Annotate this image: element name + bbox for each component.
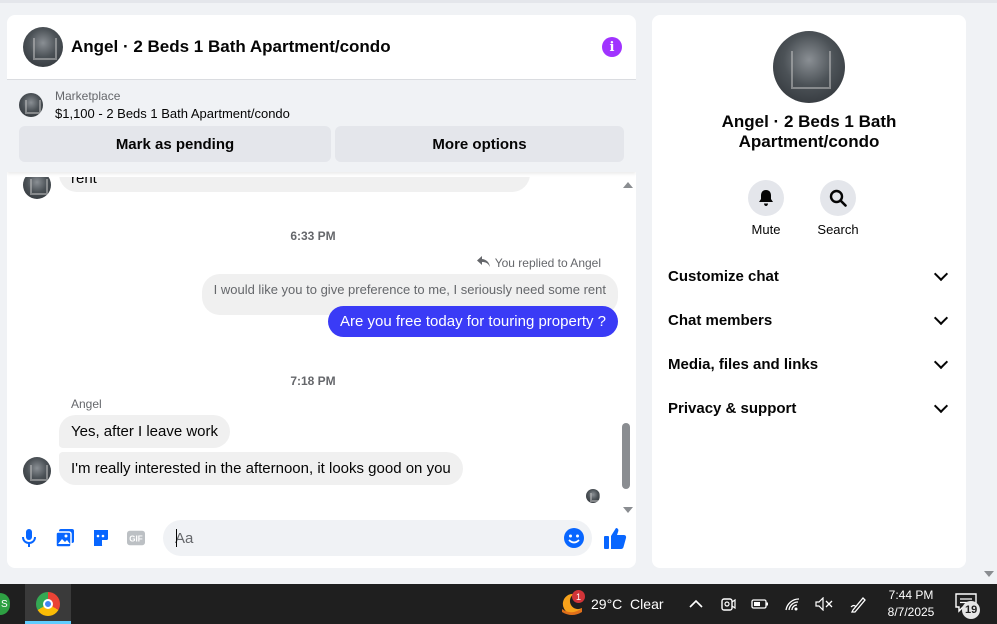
listing-title: $1,100 - 2 Beds 1 Bath Apartment/condo	[55, 106, 290, 121]
media-files-links-label: Media, files and links	[668, 355, 819, 373]
message-input-wrapper	[163, 520, 592, 556]
chevron-down-icon	[933, 310, 949, 326]
meet-now-icon[interactable]	[719, 595, 737, 613]
gif-icon[interactable]: GIF	[127, 529, 145, 547]
chat-panel: Angel · 2 Beds 1 Bath Apartment/condo i …	[7, 15, 636, 568]
seen-indicator-avatar	[586, 489, 600, 503]
clock-date: 8/7/2025	[887, 605, 935, 619]
chat-header: Angel · 2 Beds 1 Bath Apartment/condo i	[7, 15, 636, 80]
reply-indicator-label: You replied to Angel	[494, 255, 601, 270]
reply-icon	[476, 255, 490, 270]
reply-indicator: You replied to Angel	[476, 255, 601, 270]
incoming-message[interactable]: I'm really interested in the afternoon, …	[59, 452, 463, 485]
profile-avatar[interactable]	[773, 31, 845, 103]
text-caret	[176, 529, 177, 547]
chevron-down-icon	[933, 354, 949, 370]
gallery-icon[interactable]	[56, 529, 74, 547]
profile-name-text: Angel · 2 Beds 1 Bath Apartment/condo	[721, 112, 897, 151]
profile-actions: Mute Search	[748, 180, 859, 237]
search-icon[interactable]	[820, 180, 856, 216]
notification-count-badge: 19	[962, 601, 981, 619]
microphone-icon[interactable]	[20, 529, 38, 547]
taskbar-chrome-button[interactable]	[25, 584, 71, 624]
listing-thumbnail	[19, 93, 43, 117]
outgoing-message[interactable]: Are you free today for touring property …	[328, 306, 618, 337]
message-composer: GIF	[7, 520, 636, 556]
taskbar-app-icon[interactable]: S	[0, 593, 10, 615]
info-icon[interactable]: i	[602, 37, 622, 57]
mute-label: Mute	[751, 222, 781, 237]
search-label: Search	[817, 222, 859, 237]
marketplace-banner: Marketplace $1,100 - 2 Beds 1 Bath Apart…	[7, 80, 636, 172]
more-options-button[interactable]: More options	[335, 126, 624, 162]
battery-icon[interactable]	[751, 595, 769, 613]
system-clock[interactable]: 7:44 PM 8/7/2025	[880, 587, 942, 621]
chat-members-label: Chat members	[668, 311, 773, 329]
volume-muted-icon[interactable]	[815, 595, 833, 613]
privacy-support-item[interactable]: Privacy & support	[652, 386, 966, 430]
pen-icon[interactable]	[850, 595, 868, 613]
media-files-links-item[interactable]: Media, files and links	[652, 342, 966, 386]
customize-chat-label: Customize chat	[668, 267, 779, 285]
chevron-down-icon	[933, 398, 949, 414]
sender-name: Angel	[71, 397, 102, 411]
contact-avatar[interactable]	[23, 27, 63, 67]
scroll-down-arrow[interactable]	[623, 507, 633, 513]
chat-info-panel: Angel · 2 Beds 1 Bath Apartment/condo Mu…	[652, 15, 966, 568]
timestamp-separator: 7:18 PM	[290, 374, 336, 388]
timestamp-separator: 6:33 PM	[290, 229, 336, 243]
contact-avatar-small	[23, 177, 51, 199]
svg-text:GIF: GIF	[129, 535, 143, 544]
emoji-icon[interactable]	[564, 528, 584, 548]
chevron-down-icon	[933, 266, 949, 282]
scroll-up-arrow[interactable]	[623, 182, 633, 188]
search-button[interactable]: Search	[817, 180, 859, 237]
taskbar: S 1 29°C Clear 7:44 PM 8/7/2025 19	[0, 584, 997, 624]
clock-time: 7:44 PM	[888, 588, 934, 602]
incoming-message[interactable]: rent	[59, 177, 530, 192]
sticker-icon[interactable]	[92, 529, 110, 547]
scroll-thumb[interactable]	[622, 423, 630, 489]
message-input[interactable]	[175, 527, 545, 549]
incoming-message[interactable]: Yes, after I leave work	[59, 415, 231, 448]
customize-chat-item[interactable]: Customize chat	[652, 254, 966, 298]
page-scroll-down-arrow[interactable]	[984, 571, 994, 577]
chevron-up-icon[interactable]	[687, 595, 705, 613]
privacy-support-label: Privacy & support	[668, 399, 797, 417]
top-strip	[0, 0, 997, 3]
mark-as-pending-button[interactable]: Mark as pending	[19, 126, 331, 162]
marketplace-actions: Mark as pending More options	[19, 126, 624, 162]
listing-text: Marketplace $1,100 - 2 Beds 1 Bath Apart…	[55, 89, 290, 121]
bell-icon[interactable]	[748, 180, 784, 216]
message-scrollbar[interactable]	[620, 177, 636, 513]
weather-text[interactable]: 29°C Clear	[591, 596, 664, 612]
marketplace-listing[interactable]: Marketplace $1,100 - 2 Beds 1 Bath Apart…	[19, 89, 624, 121]
chrome-icon	[36, 592, 60, 616]
chat-settings-list: Customize chat Chat members Media, files…	[652, 254, 966, 430]
profile-name[interactable]: Angel · 2 Beds 1 Bath Apartment/condo	[652, 112, 966, 152]
mute-button[interactable]: Mute	[748, 180, 784, 237]
weather-alert-badge: 1	[572, 590, 585, 603]
thumbs-up-icon[interactable]	[603, 526, 627, 550]
message-list[interactable]: rent 6:33 PM You replied to Angel I woul…	[7, 177, 619, 513]
contact-avatar-small[interactable]	[23, 457, 51, 485]
chat-members-item[interactable]: Chat members	[652, 298, 966, 342]
marketplace-label: Marketplace	[55, 89, 121, 103]
chat-title[interactable]: Angel · 2 Beds 1 Bath Apartment/condo	[71, 37, 602, 57]
wifi-icon[interactable]	[784, 595, 802, 613]
